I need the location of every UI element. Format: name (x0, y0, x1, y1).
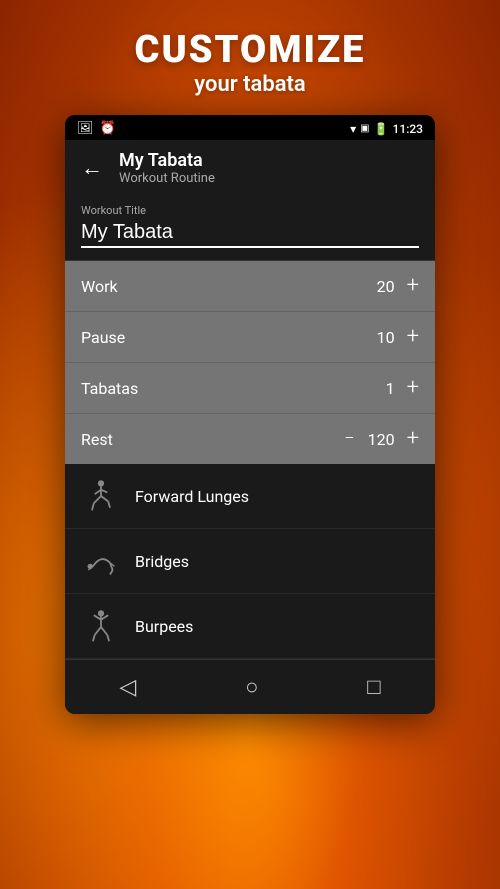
setting-control-pause: 10 + (367, 326, 419, 348)
setting-value-work: 20 (367, 277, 395, 296)
status-left-icons: 🖼 ⏰ (77, 121, 116, 136)
setting-control-tabatas: 1 + (367, 377, 419, 399)
setting-row-rest: Rest − 120 + (65, 414, 435, 464)
setting-row-tabatas: Tabatas 1 + (65, 363, 435, 414)
back-button[interactable]: ← (81, 155, 103, 181)
nav-home-button[interactable]: ○ (225, 670, 278, 704)
increment-tabatas-button[interactable]: + (407, 377, 419, 399)
bridges-icon (81, 541, 121, 581)
signal-icon: ▣ (360, 123, 369, 134)
time-display: 11:23 (393, 122, 423, 136)
lunges-icon (81, 476, 121, 516)
exercise-row-lunges[interactable]: Forward Lunges (65, 464, 435, 529)
wifi-icon: ▾ (350, 122, 356, 136)
workout-title-input[interactable] (81, 221, 419, 248)
setting-label-work: Work (81, 277, 118, 296)
exercise-row-burpees[interactable]: Burpees (65, 594, 435, 659)
exercise-name-burpees: Burpees (135, 617, 193, 636)
nav-back-button[interactable]: ◁ (99, 671, 156, 704)
phone-mockup: 🖼 ⏰ ▾ ▣ 🔋 11:23 ← My Tabata Workout Rout… (65, 115, 435, 714)
setting-label-rest: Rest (81, 430, 113, 449)
increment-pause-button[interactable]: + (407, 326, 419, 348)
burpees-icon (81, 606, 121, 646)
hero-title: CUSTOMIZE (0, 28, 500, 72)
decrement-rest-button[interactable]: − (344, 430, 354, 448)
status-right: ▾ ▣ 🔋 11:23 (350, 122, 423, 136)
setting-value-pause: 10 (367, 328, 395, 347)
nav-recents-button[interactable]: □ (347, 670, 400, 704)
increment-work-button[interactable]: + (407, 275, 419, 297)
setting-label-tabatas: Tabatas (81, 379, 138, 398)
battery-icon: 🔋 (374, 122, 389, 136)
app-bar-title: My Tabata (119, 150, 215, 171)
setting-control-rest: − 120 + (344, 428, 419, 450)
app-bar-text: My Tabata Workout Routine (119, 150, 215, 186)
app-bar-subtitle: Workout Routine (119, 171, 215, 186)
alarm-icon: ⏰ (100, 121, 116, 136)
setting-value-tabatas: 1 (367, 379, 395, 398)
exercise-row-bridges[interactable]: Bridges (65, 529, 435, 594)
setting-value-rest: 120 (367, 430, 395, 449)
setting-label-pause: Pause (81, 328, 125, 347)
hero-section: CUSTOMIZE your tabata (0, 0, 500, 115)
workout-title-section: Workout Title (65, 196, 435, 261)
setting-control-work: 20 + (367, 275, 419, 297)
app-bar: ← My Tabata Workout Routine (65, 140, 435, 196)
workout-title-label: Workout Title (81, 204, 419, 217)
exercise-name-lunges: Forward Lunges (135, 487, 249, 506)
exercise-section: Forward Lunges (65, 464, 435, 659)
photo-icon: 🖼 (77, 121, 94, 136)
bottom-nav: ◁ ○ □ (65, 659, 435, 714)
setting-row-work: Work 20 + (65, 261, 435, 312)
exercise-name-bridges: Bridges (135, 552, 189, 571)
settings-section: Work 20 + Pause 10 + Tabatas 1 + Rest (65, 261, 435, 464)
setting-row-pause: Pause 10 + (65, 312, 435, 363)
status-bar: 🖼 ⏰ ▾ ▣ 🔋 11:23 (65, 115, 435, 140)
hero-subtitle: your tabata (0, 72, 500, 97)
increment-rest-button[interactable]: + (407, 428, 419, 450)
